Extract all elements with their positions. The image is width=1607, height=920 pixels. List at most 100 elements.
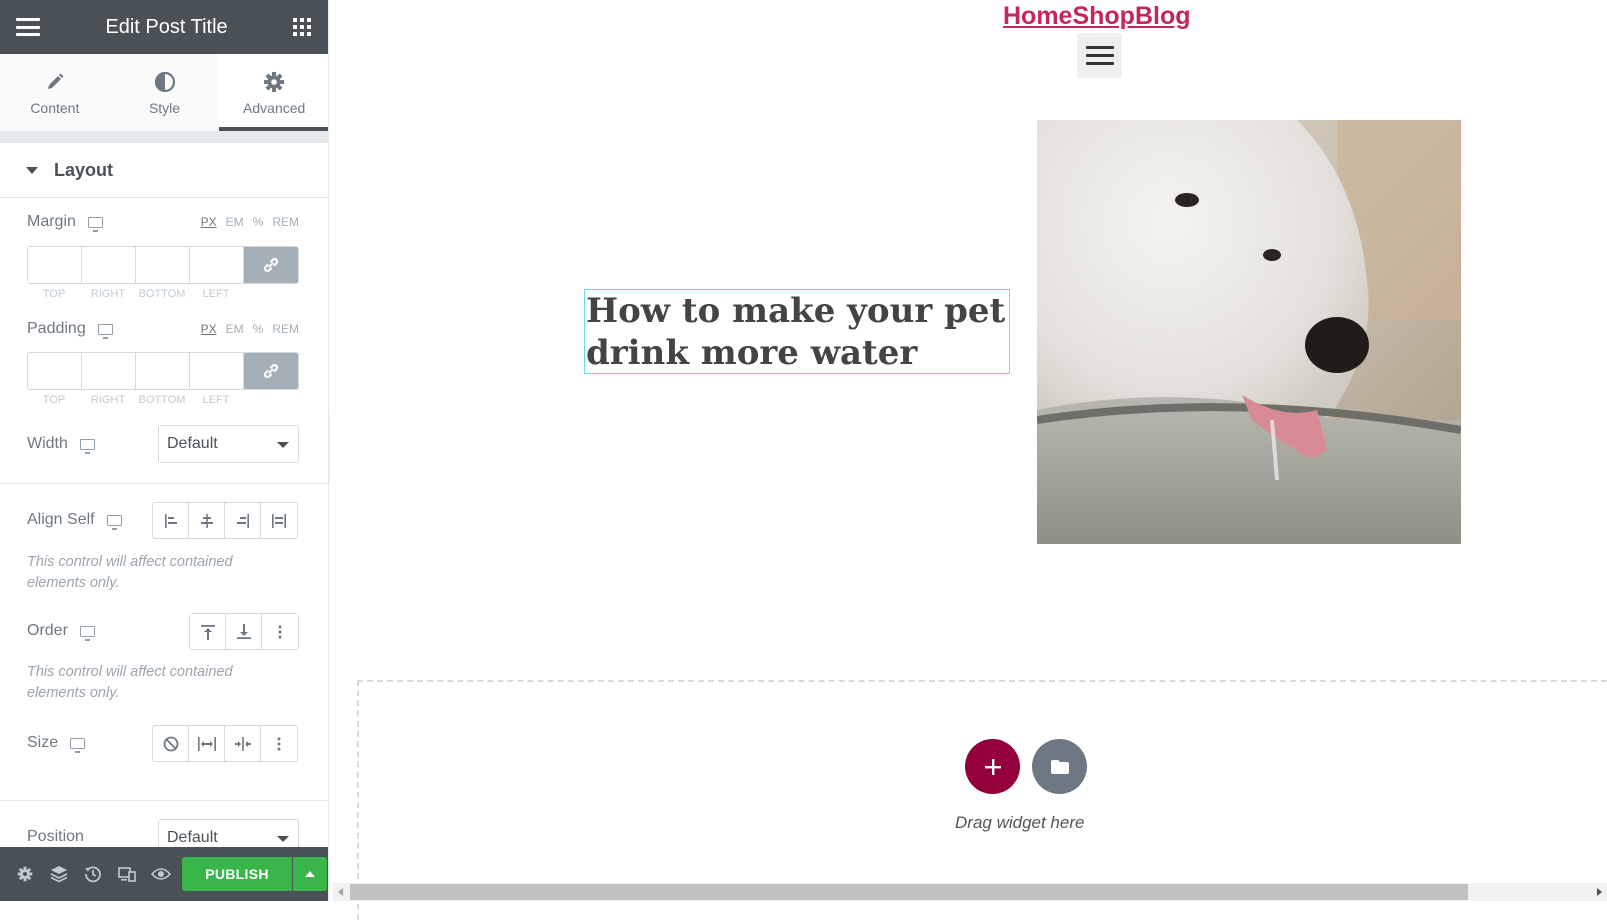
- site-title-link[interactable]: HomeShopBlog: [1003, 2, 1191, 31]
- unit-rem[interactable]: REM: [272, 322, 299, 336]
- align-self-buttons: [152, 502, 298, 539]
- link-values-button[interactable]: [244, 247, 298, 283]
- add-section-button[interactable]: [965, 739, 1020, 794]
- publish-button[interactable]: PUBLISH: [182, 857, 292, 891]
- desktop-icon[interactable]: [79, 438, 95, 454]
- padding-units: PX EM % REM: [201, 322, 299, 336]
- unit-px[interactable]: PX: [201, 215, 217, 229]
- desktop-icon[interactable]: [106, 514, 122, 530]
- more-vertical-icon: [278, 625, 282, 638]
- more-vertical-icon: [277, 737, 281, 750]
- size-shrink-button[interactable]: [225, 726, 261, 761]
- desktop-icon[interactable]: [87, 216, 103, 232]
- section-layout-toggle[interactable]: Layout: [0, 143, 328, 198]
- padding-control-header: Padding PX EM % REM: [27, 320, 299, 339]
- link-values-button[interactable]: [244, 353, 298, 389]
- unit-em[interactable]: EM: [226, 215, 244, 229]
- align-end-icon: [236, 513, 249, 528]
- size-buttons: [152, 725, 298, 762]
- padding-dimensions: [27, 352, 299, 390]
- width-select[interactable]: Default: [158, 425, 299, 463]
- dropdown-arrow-icon: [277, 442, 289, 448]
- gear-icon: [17, 866, 33, 882]
- unit-percent[interactable]: %: [253, 322, 264, 336]
- tab-content[interactable]: Content: [0, 54, 110, 131]
- navigator-button[interactable]: [42, 847, 76, 901]
- divider: [0, 800, 328, 801]
- pencil-icon: [45, 70, 65, 94]
- dropdown-arrow-icon: [277, 836, 289, 842]
- dim-label-right: RIGHT: [90, 394, 126, 406]
- shrink-icon: [234, 736, 251, 751]
- margin-left-input[interactable]: [190, 247, 244, 283]
- dim-label-bottom: BOTTOM: [138, 394, 186, 406]
- drag-widget-hint: Drag widget here: [955, 813, 1085, 832]
- align-center-button[interactable]: [189, 503, 225, 538]
- padding-right-input[interactable]: [82, 353, 136, 389]
- dim-label-top: TOP: [42, 394, 66, 406]
- scrollbar-thumb[interactable]: [350, 884, 1468, 900]
- order-first-icon: [200, 624, 215, 640]
- preview-button[interactable]: [144, 847, 178, 901]
- size-label: Size: [27, 734, 59, 751]
- add-template-button[interactable]: [1032, 739, 1087, 794]
- settings-button[interactable]: [8, 847, 42, 901]
- panel-body: Layout Margin PX EM % REM TOP RIGHT BOTT…: [0, 143, 328, 847]
- dim-label-left: LEFT: [202, 394, 230, 406]
- panel-footer: PUBLISH: [0, 847, 328, 901]
- panel-header: Edit Post Title: [0, 0, 328, 54]
- unit-rem[interactable]: REM: [272, 215, 299, 229]
- dim-label-bottom: BOTTOM: [138, 288, 186, 300]
- desktop-icon[interactable]: [97, 323, 113, 339]
- publish-options-button[interactable]: [293, 857, 327, 891]
- order-last-button[interactable]: [226, 614, 262, 649]
- menu-toggle-button[interactable]: [1077, 33, 1122, 78]
- size-more-button[interactable]: [261, 726, 297, 761]
- order-last-icon: [236, 623, 251, 639]
- margin-units: PX EM % REM: [201, 215, 299, 229]
- featured-image[interactable]: [1037, 120, 1461, 544]
- folder-icon: [1050, 759, 1069, 774]
- link-icon: [263, 257, 279, 273]
- history-button[interactable]: [76, 847, 110, 901]
- margin-control-header: Margin PX EM % REM: [27, 213, 299, 232]
- align-start-icon: [164, 513, 177, 528]
- desktop-icon[interactable]: [79, 625, 95, 641]
- unit-px[interactable]: PX: [201, 322, 217, 336]
- align-end-button[interactable]: [225, 503, 261, 538]
- size-grow-button[interactable]: [189, 726, 225, 761]
- padding-label: Padding: [27, 320, 86, 337]
- tab-advanced-label: Advanced: [243, 99, 306, 116]
- widgets-grid-icon[interactable]: [293, 18, 311, 36]
- padding-left-input[interactable]: [190, 353, 244, 389]
- contrast-icon: [154, 70, 176, 94]
- order-more-button[interactable]: [262, 614, 298, 649]
- align-stretch-button[interactable]: [261, 503, 297, 538]
- scroll-left-icon[interactable]: [338, 888, 343, 896]
- responsive-icon: [118, 867, 136, 882]
- unit-em[interactable]: EM: [226, 322, 244, 336]
- size-none-button[interactable]: [153, 726, 189, 761]
- margin-top-input[interactable]: [28, 247, 82, 283]
- padding-top-input[interactable]: [28, 353, 82, 389]
- margin-bottom-input[interactable]: [136, 247, 190, 283]
- align-self-note: This control will affect contained eleme…: [27, 554, 233, 591]
- menu-icon[interactable]: [16, 18, 40, 36]
- position-select[interactable]: Default: [158, 819, 299, 847]
- unit-percent[interactable]: %: [253, 215, 264, 229]
- post-title-widget[interactable]: How to make your pet drink more water: [584, 289, 1010, 374]
- tab-style-label: Style: [148, 99, 181, 116]
- grow-icon: [197, 736, 216, 751]
- responsive-mode-button[interactable]: [110, 847, 144, 901]
- desktop-icon[interactable]: [70, 737, 86, 753]
- order-first-button[interactable]: [190, 614, 226, 649]
- tab-advanced[interactable]: Advanced: [219, 54, 328, 131]
- padding-bottom-input[interactable]: [136, 353, 190, 389]
- horizontal-scrollbar[interactable]: [333, 883, 1607, 901]
- margin-right-input[interactable]: [82, 247, 136, 283]
- editor-panel: Edit Post Title Content Style Advanced L…: [0, 0, 329, 901]
- scroll-right-icon[interactable]: [1597, 888, 1602, 896]
- plus-icon: [984, 758, 1001, 775]
- tab-style[interactable]: Style: [109, 54, 220, 131]
- align-start-button[interactable]: [153, 503, 189, 538]
